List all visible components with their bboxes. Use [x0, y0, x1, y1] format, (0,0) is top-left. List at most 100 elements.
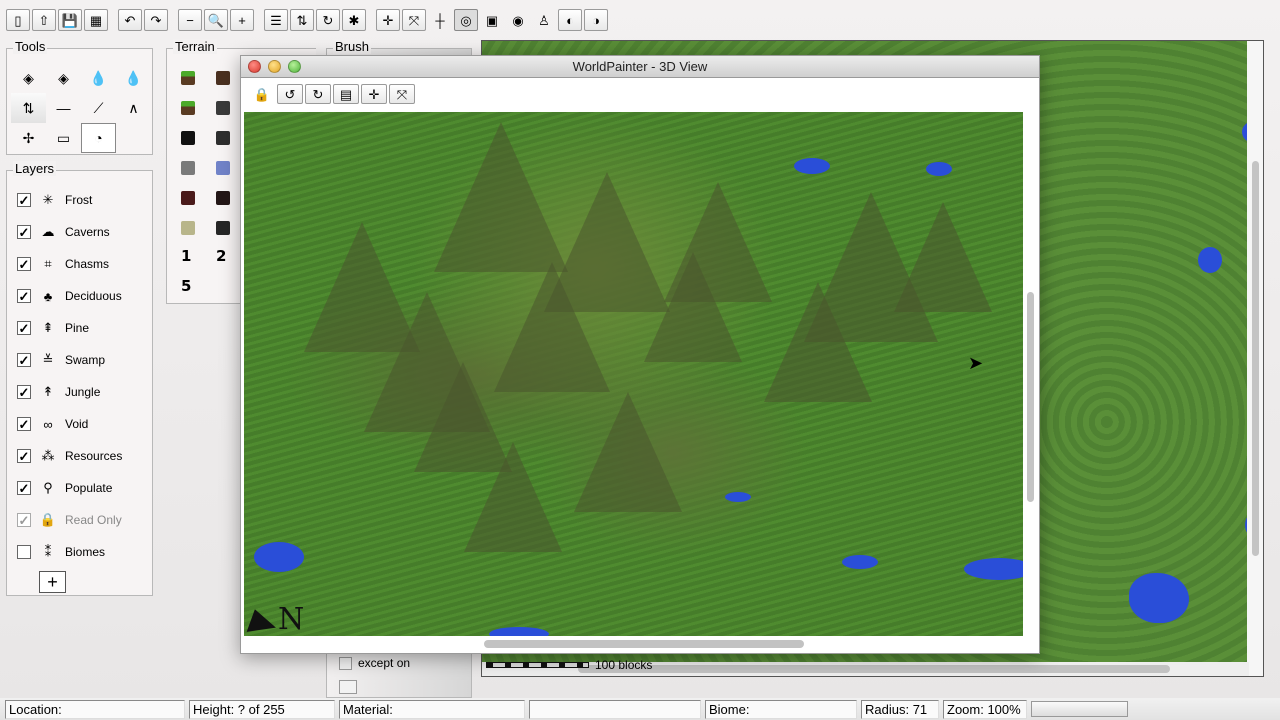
minimize-window-button[interactable]	[268, 60, 281, 73]
tool-flatten[interactable]: —	[46, 93, 81, 123]
tool-lava[interactable]: 💧	[116, 63, 151, 93]
lock-button[interactable]: 🔒	[249, 84, 275, 104]
tool-raise-lower[interactable]: ◈	[11, 63, 46, 93]
new-world-button[interactable]: ▯	[6, 9, 30, 31]
zoom-window-button[interactable]	[288, 60, 301, 73]
image-overlay-button[interactable]: ▣	[480, 9, 504, 31]
layer-item-chasms[interactable]: ✓ ⌗ Chasms	[17, 254, 109, 274]
add-layer-button[interactable]: +	[39, 571, 66, 593]
layer-item-jungle[interactable]: ✓ ↟ Jungle	[17, 382, 100, 402]
zoom-reset-button[interactable]: 🔍	[204, 9, 228, 31]
layer-visibility-checkbox[interactable]: ✓	[17, 289, 31, 303]
except-on-checkbox[interactable]	[339, 656, 352, 670]
user-button[interactable]: ♙	[532, 9, 556, 31]
move-to-origin-button[interactable]: ⤧	[402, 9, 426, 31]
close-window-button[interactable]	[248, 60, 261, 73]
tool-global-operations[interactable]: ◔	[81, 123, 116, 153]
terrain-grass-block[interactable]	[181, 71, 195, 85]
layer-item-swamp[interactable]: ✓ ≚ Swamp	[17, 350, 105, 370]
layer-visibility-checkbox[interactable]: ✓	[17, 193, 31, 207]
reset-view-button[interactable]: ⤧	[389, 84, 415, 104]
mountain-peak	[574, 392, 682, 512]
view3d-horizontal-scroll-thumb[interactable]	[484, 640, 804, 648]
status-extra	[529, 699, 701, 719]
layer-label: Pine	[65, 321, 90, 335]
terrain-soulsand-block[interactable]	[216, 191, 230, 205]
layer-item-pine[interactable]: ✓ ⇞ Pine	[17, 318, 89, 338]
tool-fill[interactable]: ▭	[46, 123, 81, 153]
undo-button[interactable]: ↶	[118, 9, 142, 31]
plugins-button[interactable]: ✱	[342, 9, 366, 31]
terrain-dirt-block[interactable]	[216, 71, 230, 85]
map-horizontal-scroll-thumb[interactable]	[578, 665, 1170, 673]
terrain-obsidian-block[interactable]	[181, 131, 195, 145]
undo-icon: ↶	[124, 12, 136, 28]
grid-button[interactable]: ┼	[428, 9, 452, 31]
tool-height[interactable]: ⇅	[11, 93, 46, 123]
view3d-vertical-scrollbar[interactable]	[1023, 112, 1037, 636]
tool-mountain[interactable]: ∧	[116, 93, 151, 123]
rotate-button[interactable]: ↻	[316, 9, 340, 31]
layer-item-populate[interactable]: ✓ ⚲ Populate	[17, 478, 112, 498]
terrain-coal-block[interactable]	[216, 221, 230, 235]
terrain-netherrack-block[interactable]	[181, 191, 195, 205]
layer-item-frost[interactable]: ✓ ✳ Frost	[17, 190, 92, 210]
export-button[interactable]: ▦	[84, 9, 108, 31]
terrain-bedrock-block[interactable]	[216, 131, 230, 145]
save-button[interactable]: 💾	[58, 9, 82, 31]
terrain-gravel-block[interactable]	[181, 161, 195, 175]
map-vertical-scrollbar[interactable]	[1247, 41, 1263, 676]
view3d-titlebar[interactable]: WorldPainter - 3D View	[241, 56, 1039, 78]
map-vertical-scroll-thumb[interactable]	[1252, 161, 1259, 556]
layer-visibility-checkbox[interactable]: ✓	[17, 225, 31, 239]
rotate-left-button[interactable]: ↺	[277, 84, 303, 104]
globe-button[interactable]: ◐	[558, 9, 582, 31]
scale-bar-label: 100 blocks	[595, 658, 653, 672]
export-image-button[interactable]: ▤	[333, 84, 359, 104]
layer-visibility-checkbox[interactable]	[17, 545, 31, 559]
dimension-properties-button[interactable]: ☰	[264, 9, 288, 31]
tool-smooth[interactable]: ◈	[46, 63, 81, 93]
layer-visibility-checkbox[interactable]: ✓	[17, 481, 31, 495]
layer-visibility-checkbox[interactable]: ✓	[17, 449, 31, 463]
terrain-endstone-block[interactable]	[181, 221, 195, 235]
terrain-clay-block[interactable]	[216, 161, 230, 175]
layer-item-deciduous[interactable]: ✓ ♣ Deciduous	[17, 286, 122, 306]
terrain-grass-block-2[interactable]	[181, 101, 195, 115]
tool-spray[interactable]: ✢	[11, 123, 46, 153]
custom-terrain-5[interactable]: 5	[181, 277, 191, 295]
layer-visibility-checkbox[interactable]: ✓	[17, 385, 31, 399]
custom-terrain-2[interactable]: 2	[216, 247, 226, 265]
view3d-canvas[interactable]: N	[244, 112, 1024, 636]
swap-levels-icon: ⇅	[296, 12, 308, 28]
layer-visibility-checkbox[interactable]: ✓	[17, 257, 31, 271]
layer-item-biomes[interactable]: ⁑ Biomes	[17, 542, 105, 562]
rotate-right-button[interactable]: ↻	[305, 84, 331, 104]
zoom-out-button[interactable]: −	[178, 9, 202, 31]
view3d-horizontal-scrollbar[interactable]	[244, 638, 1024, 650]
view-button[interactable]: ◉	[506, 9, 530, 31]
zoom-out-icon: −	[186, 12, 194, 28]
custom-terrain-1[interactable]: 1	[181, 247, 191, 265]
contours-button[interactable]: ◎	[454, 9, 478, 31]
move-to-spawn-button[interactable]: ✛	[361, 84, 387, 104]
layer-visibility-checkbox[interactable]: ✓	[17, 353, 31, 367]
redo-button[interactable]: ↷	[144, 9, 168, 31]
globe-alt-button[interactable]: ◑	[584, 9, 608, 31]
layer-item-read-only[interactable]: ✓ 🔒 Read Only	[17, 510, 122, 530]
move-to-spawn-button[interactable]: ✛	[376, 9, 400, 31]
except-on-option[interactable]: except on	[339, 656, 410, 670]
tool-slope[interactable]: ⟋	[81, 93, 116, 123]
terrain-stone-block[interactable]	[216, 101, 230, 115]
zoom-in-button[interactable]: +	[230, 9, 254, 31]
layer-visibility-checkbox[interactable]: ✓	[17, 321, 31, 335]
except-on-material-selector[interactable]	[339, 680, 357, 694]
layer-item-resources[interactable]: ✓ ⁂ Resources	[17, 446, 122, 466]
open-world-button[interactable]: ⇧	[32, 9, 56, 31]
swap-levels-button[interactable]: ⇅	[290, 9, 314, 31]
tool-flood[interactable]: 💧	[81, 63, 116, 93]
layer-item-void[interactable]: ✓ ∞ Void	[17, 414, 88, 434]
layer-visibility-checkbox[interactable]: ✓	[17, 417, 31, 431]
layer-item-caverns[interactable]: ✓ ☁ Caverns	[17, 222, 110, 242]
view3d-vertical-scroll-thumb[interactable]	[1027, 292, 1034, 502]
